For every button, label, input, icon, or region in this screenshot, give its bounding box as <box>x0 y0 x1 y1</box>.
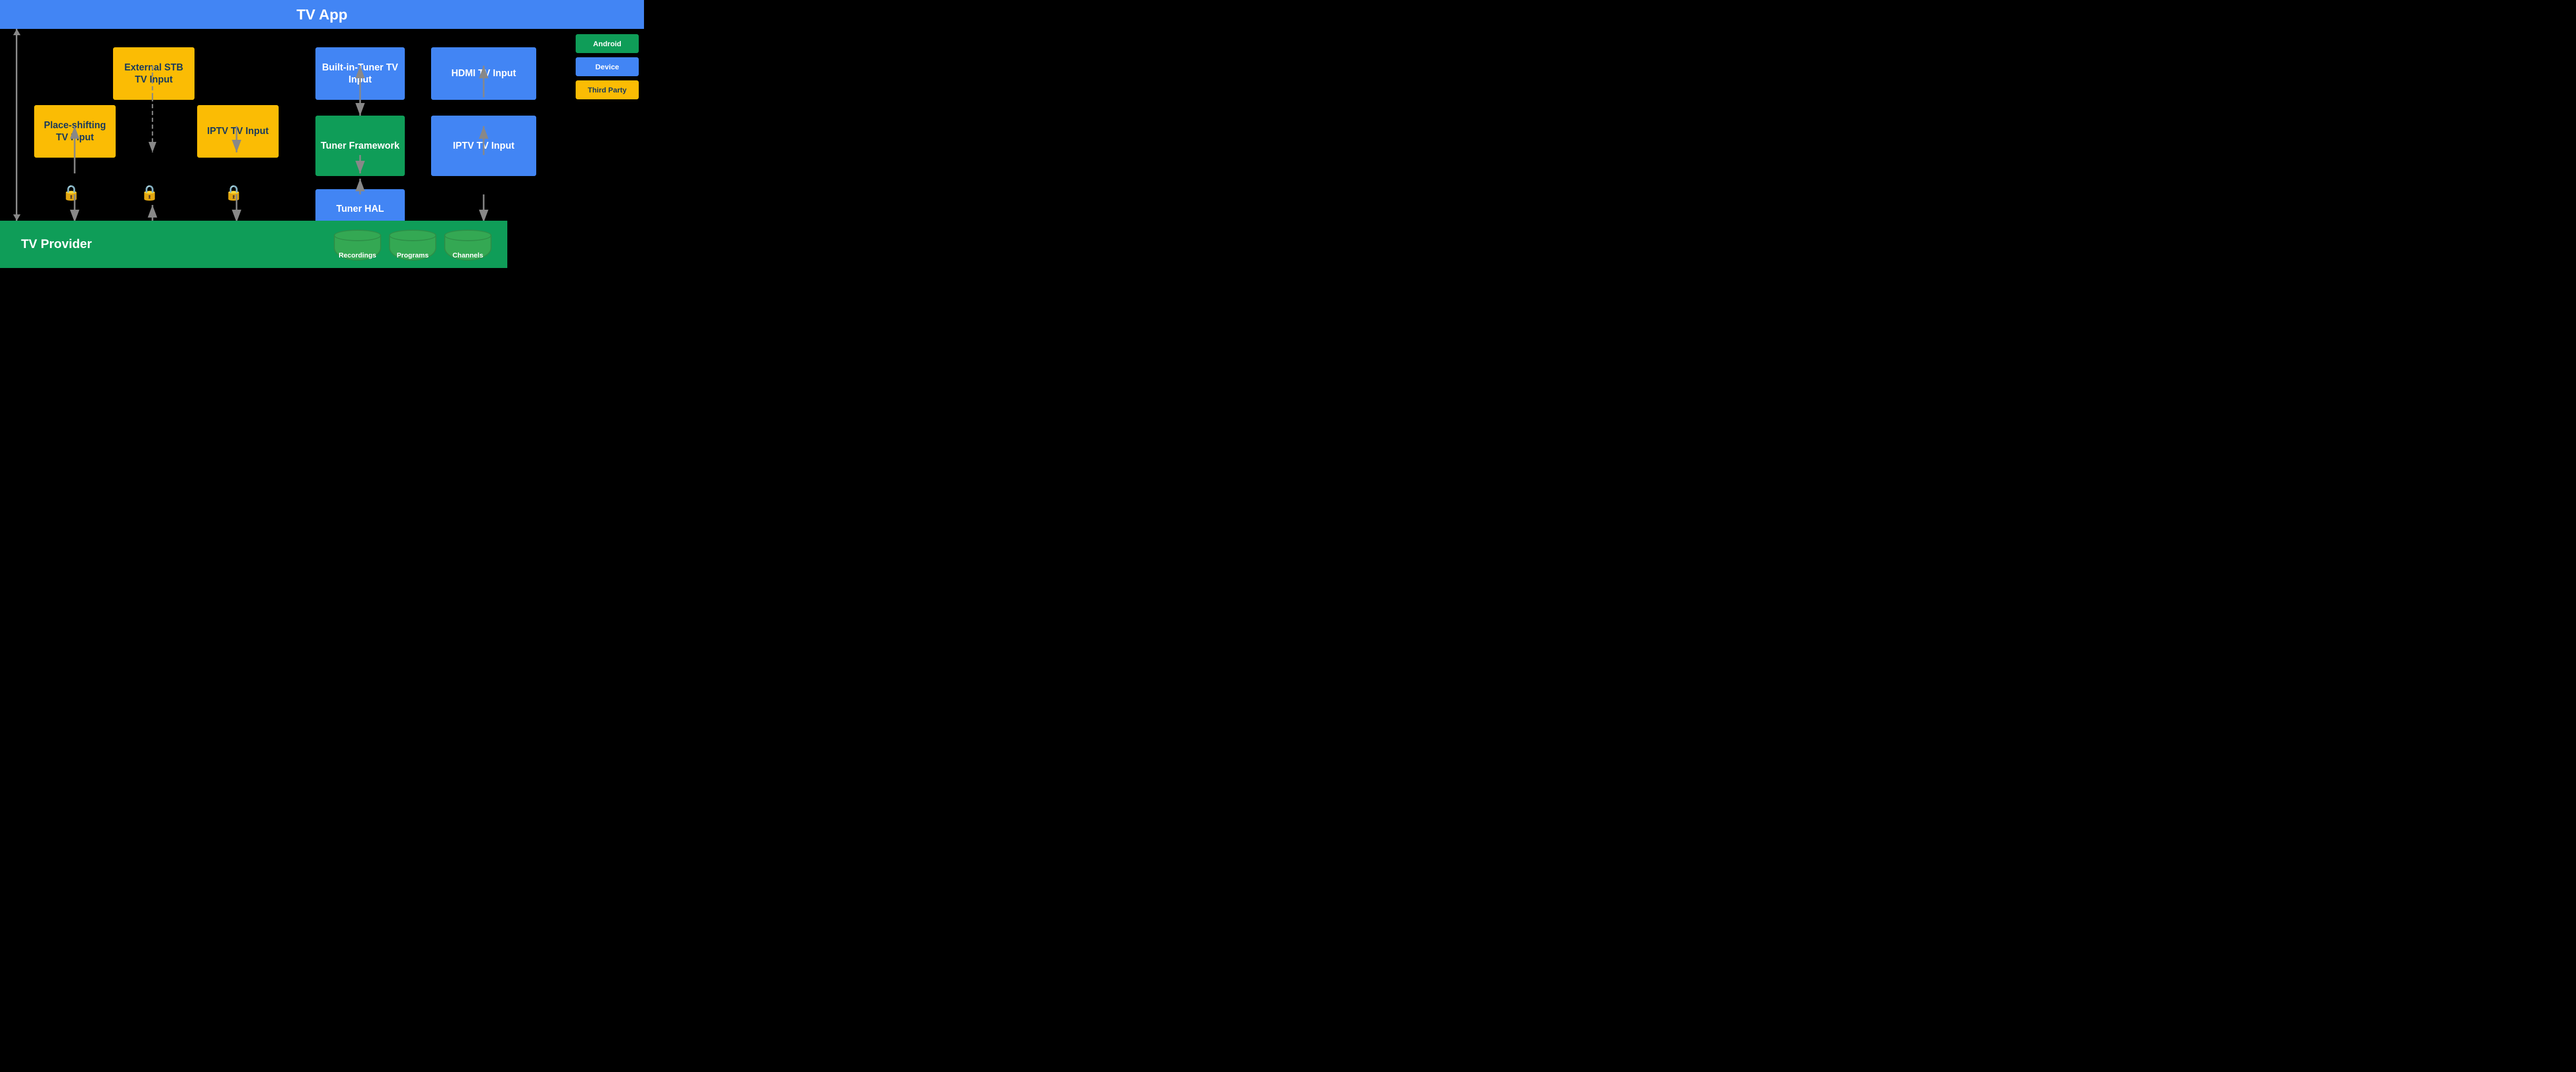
lock-icon-1: 🔒 <box>62 184 80 201</box>
legend-android: Android <box>576 34 639 53</box>
programs-db: Programs <box>389 230 436 260</box>
built-in-tuner-box: Built-in-Tuner TV Input <box>315 47 405 100</box>
legend: Android Device Third Party <box>576 34 639 99</box>
channels-db-top <box>444 230 492 241</box>
legend-third-party: Third Party <box>576 80 639 99</box>
programs-db-label: Programs <box>397 251 429 260</box>
channels-db: Channels <box>444 230 492 260</box>
place-shifting-box: Place-shifting TV Input <box>34 105 116 158</box>
hdmi-tv-input-box: HDMI TV Input <box>431 47 536 100</box>
external-stb-box: External STB TV Input <box>113 47 195 100</box>
channels-db-label: Channels <box>453 251 484 260</box>
tuner-framework-box: Tuner Framework <box>315 116 405 176</box>
left-double-arrow <box>16 29 17 221</box>
tv-app-title: TV App <box>297 6 347 23</box>
lock-icon-2: 🔒 <box>140 184 159 201</box>
recordings-db: Recordings <box>334 230 381 260</box>
tv-app-header: TV App <box>0 0 644 29</box>
recordings-db-label: Recordings <box>339 251 376 260</box>
tv-provider-footer: TV Provider Recordings Programs Channels <box>0 221 507 268</box>
lock-icon-3: 🔒 <box>224 184 243 201</box>
legend-device: Device <box>576 57 639 76</box>
iptv-right-box: IPTV TV Input <box>431 116 536 176</box>
programs-db-top <box>389 230 436 241</box>
recordings-db-top <box>334 230 381 241</box>
database-container: Recordings Programs Channels <box>334 230 492 260</box>
iptv-left-box: IPTV TV Input <box>197 105 279 158</box>
tv-provider-label: TV Provider <box>0 237 92 252</box>
